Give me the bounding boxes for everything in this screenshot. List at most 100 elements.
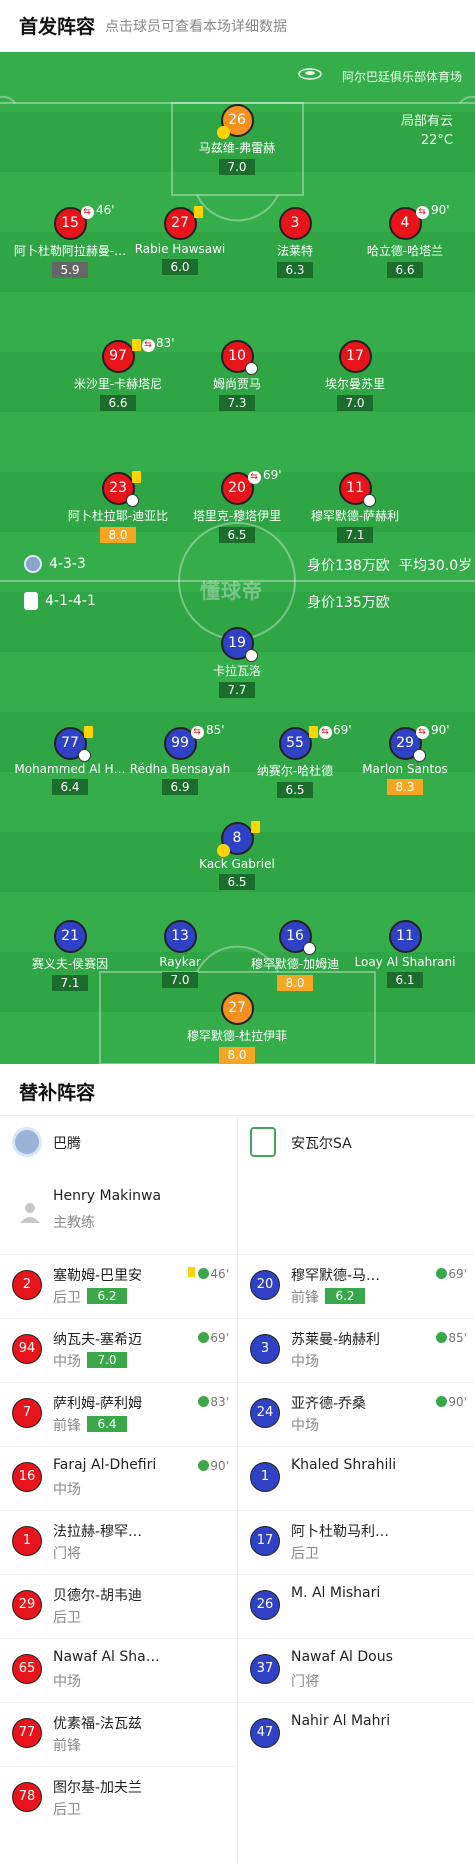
home-team-header[interactable]: 巴腾 xyxy=(0,1116,237,1168)
home-player[interactable]: 27 Rabie Hawsawi 6.0 xyxy=(120,206,240,275)
away-player[interactable]: 29 ⇆ 90' Marlon Santos 8.3 xyxy=(345,723,465,795)
home-player[interactable]: 4 ⇆ 90' 哈立德-哈塔兰 6.6 xyxy=(345,203,465,278)
pitch: 阿尔巴廷俱乐部体育场 局部有云 22°C 懂球帝 4-3-3 身价138万欧 平… xyxy=(0,52,475,1064)
away-player[interactable]: 21 赛义夫-侯赛因 7.1 xyxy=(10,920,130,991)
player-name: 马兹维-弗雷赫 xyxy=(198,141,276,155)
player-rating: 7.0 xyxy=(87,1352,127,1368)
away-player[interactable]: 11 Loay Al Shahrani 6.1 xyxy=(345,920,465,988)
home-player[interactable]: 20 ⇆ 69' 塔里克-穆塔伊里 6.5 xyxy=(177,468,297,543)
player-name: 姆尚贾马 xyxy=(212,377,261,391)
substitution-icon: ⇆ xyxy=(141,339,155,352)
player-position: 前锋 xyxy=(53,1738,81,1754)
substitute-row[interactable]: 7 萨利姆-萨利姆 前锋 6.4 83' xyxy=(0,1382,237,1446)
substitute-row[interactable]: 65 Nawaf Al Sha… 中场 xyxy=(0,1638,237,1702)
substitute-row[interactable]: 37 Nawaf Al Dous 门将 xyxy=(238,1638,475,1702)
player-name: 埃尔曼苏里 xyxy=(324,377,385,391)
player-name: 图尔基-加夫兰 xyxy=(53,1780,143,1796)
away-player[interactable]: 99 ⇆ 85' Rédha Bensayah 6.9 xyxy=(120,723,240,795)
player-name: 穆罕默德-马… xyxy=(291,1268,381,1284)
substitute-row[interactable]: 47 Nahir Al Mahri xyxy=(238,1702,475,1766)
watermark-logo: 懂球帝 xyxy=(200,579,263,603)
substitution-icon: ⇆ xyxy=(247,471,261,484)
away-player[interactable]: 16 穆罕默德-加姆迪 8.0 xyxy=(235,920,355,991)
substitute-row[interactable]: 26 M. Al Mishari xyxy=(238,1574,475,1638)
weather-desc: 局部有云 xyxy=(400,114,453,129)
substitute-row[interactable]: 20 穆罕默德-马… 前锋 6.2 69' xyxy=(238,1254,475,1318)
captain-icon xyxy=(216,126,230,139)
yellow-card-icon xyxy=(131,339,141,351)
player-name: 塔里克-穆塔伊里 xyxy=(192,509,282,523)
player-name: Nahir Al Mahri xyxy=(291,1713,391,1729)
substitute-row[interactable]: 29 贝德尔-胡韦迪 后卫 xyxy=(0,1574,237,1638)
away-team-logo xyxy=(24,592,38,610)
player-name: 穆罕默德-加姆迪 xyxy=(250,957,340,971)
player-rating: 6.2 xyxy=(87,1288,127,1304)
player-name: 法拉赫-穆罕… xyxy=(53,1524,143,1540)
player-name: Rédha Bensayah xyxy=(129,762,231,776)
jersey-number: 29 xyxy=(12,1590,42,1620)
jersey-number: 26 xyxy=(216,104,254,139)
player-rating: 6.9 xyxy=(162,779,198,795)
jersey-number: 11 xyxy=(388,920,422,953)
substitute-row[interactable]: 2 塞勒姆-巴里安 后卫 6.2 46' xyxy=(0,1254,237,1318)
jersey-number: 19 xyxy=(220,627,258,662)
substitute-row[interactable]: 24 亚齐德-乔桑 中场 90' xyxy=(238,1382,475,1446)
away-team-header[interactable]: 安瓦尔SA xyxy=(238,1116,475,1168)
sub-in-icon xyxy=(436,1396,448,1407)
away-formation: 4-1-4-1 xyxy=(45,593,96,609)
away-player[interactable]: 55 ⇆ 69' 纳赛尔-哈杜德 6.5 xyxy=(235,723,355,798)
substitute-row[interactable]: 77 优素福-法瓦兹 前锋 xyxy=(0,1702,237,1766)
away-player[interactable]: 8 Kack Gabriel 6.5 xyxy=(177,821,297,890)
home-player[interactable]: 10 姆尚贾马 7.3 xyxy=(177,340,297,411)
home-player[interactable]: 15 ⇆ 46' 阿卜杜勒阿拉赫曼-… 5.9 xyxy=(10,203,130,278)
player-name: 阿卜杜勒马利… xyxy=(291,1524,389,1540)
substitute-row[interactable]: 16 Faraj Al-Dhefiri 中场 90' xyxy=(0,1446,237,1510)
home-player[interactable]: 17 埃尔曼苏里 7.0 xyxy=(295,340,415,411)
substitute-row[interactable]: 78 图尔基-加夫兰 后卫 xyxy=(0,1766,237,1830)
player-name: Faraj Al-Dhefiri xyxy=(53,1457,157,1473)
home-player[interactable]: 3 法莱特 6.3 xyxy=(235,207,355,278)
home-player[interactable]: 97 ⇆ 83' 米沙里-卡赫塔尼 6.6 xyxy=(58,336,178,411)
jersey-number: 97 ⇆ xyxy=(101,339,155,373)
substitute-row[interactable]: 1 Khaled Shrahili xyxy=(238,1446,475,1510)
yellow-card-icon xyxy=(193,206,203,218)
player-name: Loay Al Shahrani xyxy=(354,955,456,969)
player-name: 赛义夫-侯赛因 xyxy=(31,957,109,971)
jersey-number: 77 xyxy=(53,726,93,762)
coach[interactable]: Henry Makinwa 主教练 xyxy=(0,1184,237,1252)
away-player[interactable]: 77 Mohammed Al H… 6.4 xyxy=(10,726,130,795)
sub-in-icon xyxy=(436,1268,448,1279)
venue-name: 阿尔巴廷俱乐部体育场 xyxy=(341,70,462,84)
away-player[interactable]: 19 卡拉瓦洛 7.7 xyxy=(177,627,297,698)
player-name: 苏莱曼-纳赫利 xyxy=(291,1332,381,1348)
home-player[interactable]: 26 马兹维-弗雷赫 7.0 xyxy=(177,104,297,175)
sub-in-minute-text: 90' xyxy=(210,1459,229,1473)
player-name: Raykar xyxy=(159,955,201,969)
substitute-row[interactable]: 1 法拉赫-穆罕… 门将 xyxy=(0,1510,237,1574)
substitution-minute: 90' xyxy=(431,203,450,217)
substitutes-section: 替补阵容 巴腾 安瓦尔SA Henry Makinwa 主教练 2 塞勒姆-巴里安… xyxy=(0,1064,475,1863)
player-position: 门将 xyxy=(291,1674,319,1690)
jersey-number: 7 xyxy=(12,1398,42,1428)
substitute-row[interactable]: 94 纳瓦夫-塞希迈 中场 7.0 69' xyxy=(0,1318,237,1382)
jersey-number: 3 xyxy=(250,1334,280,1364)
away-value: 身价135万欧 xyxy=(307,595,390,611)
player-rating: 6.5 xyxy=(219,874,255,890)
home-team-name: 巴腾 xyxy=(53,1136,81,1152)
player-name: Mohammed Al H… xyxy=(14,762,126,776)
substitute-row[interactable]: 3 苏莱曼-纳赫利 中场 85' xyxy=(238,1318,475,1382)
captain-icon xyxy=(216,844,230,857)
home-player[interactable]: 11 穆罕默德-萨赫利 7.1 xyxy=(295,472,415,543)
jersey-number: 99 ⇆ xyxy=(163,726,204,760)
substitute-row[interactable]: 17 阿卜杜勒马利… 后卫 xyxy=(238,1510,475,1574)
substitution-icon: ⇆ xyxy=(415,726,429,739)
player-rating: 6.2 xyxy=(325,1288,365,1304)
player-name: 纳瓦夫-塞希迈 xyxy=(53,1332,143,1348)
player-rating: 7.1 xyxy=(337,527,373,543)
home-player[interactable]: 23 阿卜杜拉耶-迪亚比 8.0 xyxy=(58,471,178,543)
away-player[interactable]: 27 穆罕默德-杜拉伊菲 8.0 xyxy=(177,992,297,1063)
player-rating: 6.4 xyxy=(52,779,88,795)
substitution-minute: 85' xyxy=(206,723,225,737)
away-player[interactable]: 13 Raykar 7.0 xyxy=(120,920,240,988)
player-name: 哈立德-哈塔兰 xyxy=(366,244,444,258)
